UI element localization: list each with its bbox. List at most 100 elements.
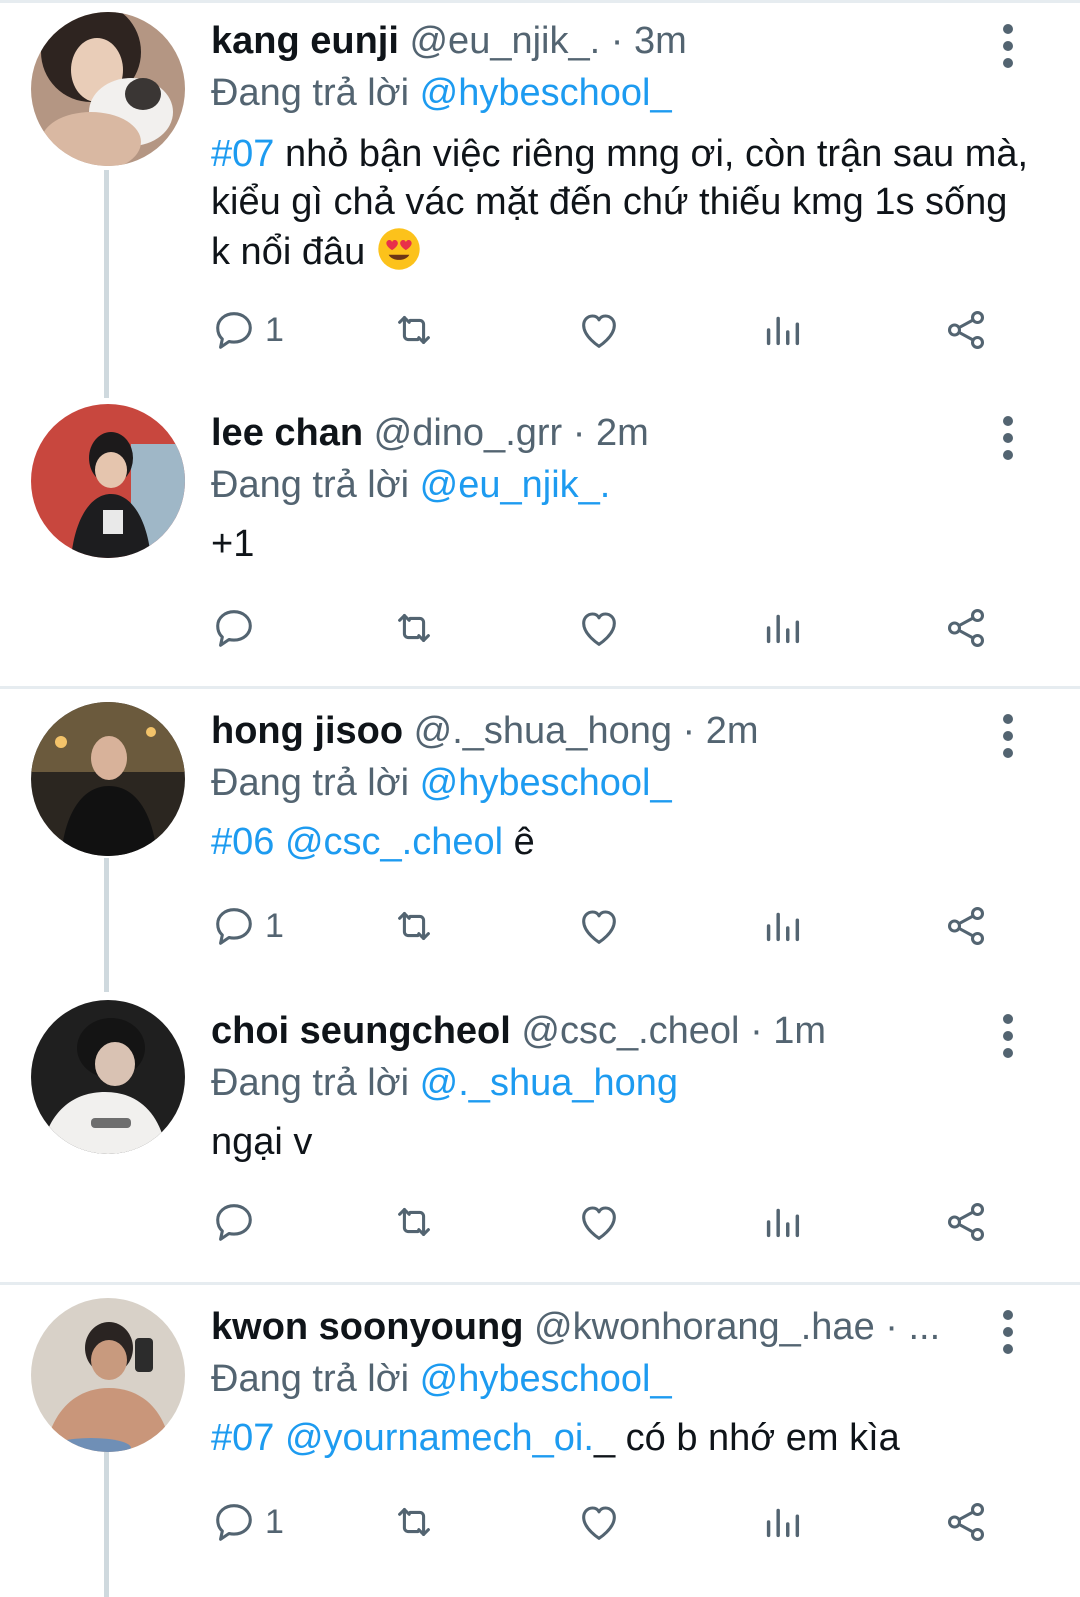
reply-to-mention[interactable]: @._shua_hong [420,1062,678,1104]
reply-to-mention[interactable]: @hybeschool_ [420,1358,672,1400]
retweet-icon [391,1199,437,1245]
reply-to-mention[interactable]: @hybeschool_ [420,762,672,804]
replying-to: Đang trả lời @._shua_hong [211,1060,678,1106]
like-button[interactable] [576,1192,622,1252]
display-name[interactable]: lee chan [211,412,363,454]
views-icon [759,307,805,353]
avatar[interactable] [31,12,185,166]
like-icon [576,307,622,353]
reply-button[interactable] [211,1192,265,1252]
reply-count: 1 [265,310,284,349]
tweet-body-text: ê [503,821,535,863]
username[interactable]: @dino_.grr [374,412,563,454]
reply-count: 1 [265,906,284,945]
tweet[interactable]: lee chan @dino_.grr · 2m Đang trả lời @e… [0,402,1080,682]
username[interactable]: @._shua_hong [414,710,672,752]
retweet-icon [391,1499,437,1545]
share-button[interactable] [943,1192,989,1252]
reply-button[interactable]: 1 [211,896,284,956]
timestamp[interactable]: 2m [596,412,649,454]
mention[interactable]: @csc_.cheol [285,821,503,863]
reply-to-mention[interactable]: @eu_njik_. [420,464,611,506]
like-icon [576,605,622,651]
replying-to: Đang trả lời @eu_njik_. [211,462,610,508]
tweet-body-text: nhỏ bận việc riêng mng ơi, còn trận sau … [211,133,1029,273]
display-name[interactable]: kang eunji [211,20,399,62]
views-button[interactable] [759,896,805,956]
display-name[interactable]: hong jisoo [211,710,403,752]
retweet-button[interactable] [391,300,437,360]
share-icon [943,605,989,651]
reply-button[interactable]: 1 [211,300,284,360]
like-button[interactable] [576,598,622,658]
mention[interactable]: @yournamech_oi. [285,1417,594,1459]
timestamp[interactable]: 1m [773,1010,826,1052]
retweet-button[interactable] [391,1192,437,1252]
reply-button[interactable]: 1 [211,1492,284,1552]
replying-label: Đang trả lời [211,72,410,114]
avatar[interactable] [31,1298,185,1452]
reply-count: 1 [265,1502,284,1541]
retweet-button[interactable] [391,896,437,956]
display-name[interactable]: kwon soonyoung [211,1306,523,1348]
more-icon[interactable] [1000,416,1016,460]
tweet-header: choi seungcheol @csc_.cheol · 1m [211,1008,826,1054]
share-icon [943,1499,989,1545]
tweet-header: hong jisoo @._shua_hong · 2m [211,708,759,754]
tweet-actions: 1 [211,896,1011,956]
views-button[interactable] [759,300,805,360]
views-button[interactable] [759,598,805,658]
tweet[interactable]: kang eunji @eu_njik_. · 3m Đang trả lời … [0,10,1080,390]
timestamp[interactable]: 3m [634,20,687,62]
retweet-button[interactable] [391,1492,437,1552]
reply-icon [211,1199,257,1245]
views-icon [759,1199,805,1245]
more-icon[interactable] [1000,1014,1016,1058]
timestamp[interactable]: 2m [706,710,759,752]
username[interactable]: @csc_.cheol [521,1010,739,1052]
divider [0,1282,1080,1285]
views-icon [759,605,805,651]
share-button[interactable] [943,300,989,360]
avatar[interactable] [31,1000,185,1154]
share-button[interactable] [943,896,989,956]
more-icon[interactable] [1000,24,1016,68]
reply-icon [211,307,257,353]
reply-icon [211,903,257,949]
like-button[interactable] [576,896,622,956]
reply-to-mention[interactable]: @hybeschool_ [420,72,672,114]
tweet[interactable]: kwon soonyoung @kwonhorang_.hae · ... Đa… [0,1296,1080,1597]
share-icon [943,1199,989,1245]
tweet-body-text: _ có b nhớ em kìa [593,1417,900,1459]
retweet-icon [391,903,437,949]
username[interactable]: @kwonhorang_.hae [534,1306,875,1348]
tweet[interactable]: choi seungcheol @csc_.cheol · 1m Đang tr… [0,1000,1080,1280]
tweet-body-text: +1 [211,523,255,565]
separator: · [572,412,586,454]
tweet-actions: 1 [211,1492,1011,1552]
tweet-actions [211,1192,1011,1252]
tweet-text: +1 [211,520,1031,568]
replying-to: Đang trả lời @hybeschool_ [211,760,672,806]
like-button[interactable] [576,300,622,360]
reply-button[interactable] [211,598,265,658]
hashtag[interactable]: #07 [211,1417,274,1459]
display-name[interactable]: choi seungcheol [211,1010,511,1052]
like-button[interactable] [576,1492,622,1552]
username[interactable]: @eu_njik_. [409,20,600,62]
more-icon[interactable] [1000,1310,1016,1354]
more-icon[interactable] [1000,714,1016,758]
avatar[interactable] [31,702,185,856]
replying-label: Đang trả lời [211,1062,410,1104]
hashtag[interactable]: #07 [211,133,274,175]
views-button[interactable] [759,1492,805,1552]
share-button[interactable] [943,598,989,658]
tweet[interactable]: hong jisoo @._shua_hong · 2m Đang trả lờ… [0,700,1080,990]
hashtag[interactable]: #06 [211,821,274,863]
retweet-button[interactable] [391,598,437,658]
retweet-icon [391,605,437,651]
separator: · [750,1010,763,1052]
views-button[interactable] [759,1192,805,1252]
avatar[interactable] [31,404,185,558]
share-button[interactable] [943,1492,989,1552]
